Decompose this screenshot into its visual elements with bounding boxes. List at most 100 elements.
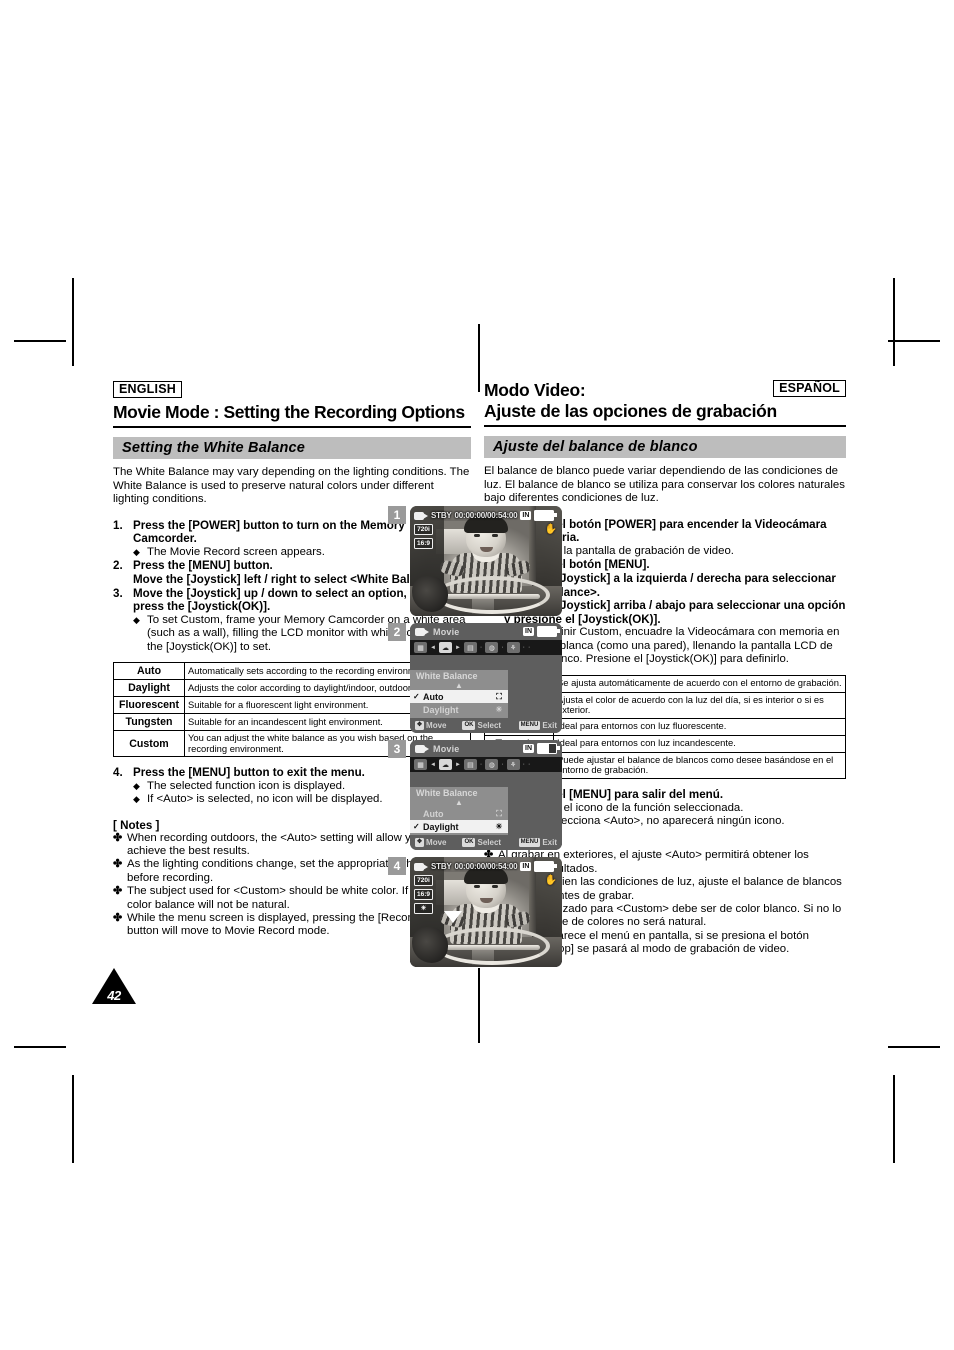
battery-icon [537, 743, 560, 754]
menu-screen-2: Movie IN ▦ ◄ ☁ ► ▤ · ◍ · ⚘ · · White Bal… [410, 623, 562, 733]
tab-icon-exposure[interactable]: ▤ [463, 642, 477, 653]
movie-mode-icon [415, 743, 429, 754]
osd-overlay-1: STBY 00:00:00/00:54:00 IN 720i 16:9 ✋ [410, 506, 562, 616]
diamond-bullet-icon: ◆ [133, 794, 140, 805]
spanish-header-row: Modo Video: ESPAÑOL [484, 380, 846, 400]
menu-item-auto[interactable]: ✓ Auto ⛶ [410, 690, 508, 703]
menu-mode-label: Movie [433, 743, 460, 754]
tab-separator-dot: · [501, 761, 504, 768]
anti-shake-hand-icon: ✋ [544, 875, 557, 886]
tab-separator-dot: · [479, 761, 483, 768]
english-section-title: Setting the White Balance [113, 437, 471, 459]
lcd-screen-2: Movie IN ▦ ◄ ☁ ► ▤ · ◍ · ⚘ · · White Bal… [410, 623, 562, 733]
tab-icon-effect[interactable]: ◍ [485, 759, 499, 770]
option-name: Auto [113, 661, 185, 680]
bullet-text: Aparece el icono de la función seleccion… [518, 801, 744, 814]
tab-separator-dot: · [522, 644, 525, 651]
tab-icon-resolution[interactable]: ▦ [414, 642, 427, 653]
tab-separator-dot: · [522, 761, 525, 768]
storage-indicator: IN [523, 627, 534, 636]
movie-mode-icon [414, 510, 428, 521]
bullet-text: Para definir Custom, encuadre la Videocá… [518, 626, 840, 666]
screenshot-4: 4 STBY 00:00:00/00:54:00 IN 720i 16:9 ☀ … [388, 857, 564, 969]
screenshot-3: 3 Movie IN ▦ ◄ ☁ ► ▤ · ◍ · ⚘ · · White B… [388, 740, 564, 852]
menu-item-daylight[interactable]: ✓ Daylight ☀ [410, 820, 508, 833]
english-title-rule [113, 426, 471, 428]
menu-item-daylight[interactable]: Daylight ☀ [410, 703, 508, 716]
option-name: Tungsten [113, 712, 185, 731]
step-badge-1: 1 [388, 506, 406, 524]
footer-label: Exit [542, 838, 557, 847]
osd-timecode: 00:00:00/00:54:00 [454, 862, 518, 871]
tab-icon-white-balance[interactable]: ☁ [438, 759, 452, 770]
language-tag-english: ENGLISH [113, 381, 182, 398]
anti-shake-hand-icon: ✋ [544, 524, 557, 535]
footer-label: Move [426, 721, 447, 730]
battery-icon [534, 510, 557, 521]
aspect-ratio-icon: 16:9 [414, 538, 434, 549]
chevron-left-icon[interactable]: ◄ [430, 645, 436, 651]
spanish-section-title: Ajuste del balance de blanco [484, 436, 846, 458]
movie-mode-icon [414, 861, 428, 872]
menu-footer-2: ✥ Move OK Select MENU Exit [410, 718, 562, 733]
option-description: Ideal para entornos con luz incandescent… [553, 734, 846, 753]
diamond-bullet-icon: ◆ [133, 780, 140, 791]
movie-mode-icon [415, 626, 429, 637]
joystick-key-icon: ✥ [415, 721, 425, 730]
footer-move: ✥ Move [415, 721, 446, 730]
menu-tab-strip-2[interactable]: ▦ ◄ ☁ ► ▤ · ◍ · ⚘ · · [410, 640, 562, 655]
chevron-right-icon[interactable]: ► [455, 645, 461, 651]
osd-left-icons: 720i 16:9 [414, 524, 434, 549]
option-description: Se ajusta automáticamente de acuerdo con… [553, 674, 846, 693]
diamond-bullet-icon: ◆ [133, 546, 140, 557]
resolution-icon: 720i [414, 524, 434, 535]
menu-tab-strip-3[interactable]: ▦ ◄ ☁ ► ▤ · ◍ · ⚘ · · [410, 757, 562, 772]
footer-label: Select [477, 721, 502, 730]
osd-record-status: STBY [431, 862, 452, 871]
language-tag-spanish: ESPAÑOL [773, 380, 846, 397]
aspect-ratio-icon: 16:9 [414, 889, 434, 900]
osd-record-status: STBY [431, 511, 452, 520]
scroll-up-arrow-icon[interactable]: ▲ [410, 799, 508, 807]
tab-separator-dot: · [527, 761, 531, 768]
tab-icon-resolution[interactable]: ▦ [414, 759, 427, 770]
battery-icon [534, 861, 557, 872]
screenshot-2: 2 Movie IN ▦ ◄ ☁ ► ▤ · ◍ · ⚘ · · White B… [388, 623, 564, 735]
check-icon: ✓ [413, 692, 420, 701]
menu-item-label: Auto [423, 691, 444, 702]
bullet-text: Aparece la pantalla de grabación de vide… [518, 544, 734, 557]
ok-key-icon: OK [462, 838, 476, 847]
check-icon: ✓ [413, 822, 420, 831]
menu-mode-label: Movie [433, 626, 460, 637]
menu-title-bar-3: Movie IN [410, 740, 562, 757]
step-badge-4: 4 [388, 857, 406, 875]
tab-icon-exposure[interactable]: ▤ [463, 759, 477, 770]
white-balance-daylight-icon: ☀ [414, 903, 434, 914]
scroll-up-arrow-icon[interactable]: ▲ [410, 682, 508, 690]
option-name: Fluorescent [113, 695, 185, 714]
footer-move: ✥ Move [415, 838, 446, 847]
menu-item-label: Daylight [423, 821, 459, 832]
menu-item-auto[interactable]: Auto ⛶ [410, 807, 508, 820]
manual-page: ENGLISH Movie Mode : Setting the Recordi… [0, 0, 954, 1350]
ok-key-icon: OK [462, 721, 476, 730]
footer-select: OK Select [462, 838, 501, 847]
sun-icon: ☀ [495, 822, 503, 831]
menu-key-icon: MENU [518, 838, 541, 847]
step-badge-2: 2 [388, 623, 406, 641]
footer-exit: MENU Exit [518, 721, 557, 730]
spanish-intro-text: El balance de blanco puede variar depend… [484, 465, 845, 505]
tab-icon-focus[interactable]: ⚘ [506, 759, 520, 770]
tab-icon-effect[interactable]: ◍ [485, 642, 499, 653]
tab-icon-focus[interactable]: ⚘ [506, 642, 520, 653]
footer-label: Move [426, 838, 447, 847]
menu-footer-3: ✥ Move OK Select MENU Exit [410, 835, 562, 850]
lcd-screenshot-column: 1 STBY 00:00:00/00:54:00 IN 720i 16:9 ✋ … [388, 506, 564, 974]
chevron-left-icon[interactable]: ◄ [430, 762, 436, 768]
lcd-screen-3: Movie IN ▦ ◄ ☁ ► ▤ · ◍ · ⚘ · · White Bal… [410, 740, 562, 850]
diamond-bullet-icon: ◆ [133, 614, 140, 625]
tab-icon-white-balance[interactable]: ☁ [438, 642, 452, 653]
step-number: 4. [113, 766, 123, 780]
chevron-right-icon[interactable]: ► [455, 762, 461, 768]
step-number: 1. [113, 518, 123, 532]
